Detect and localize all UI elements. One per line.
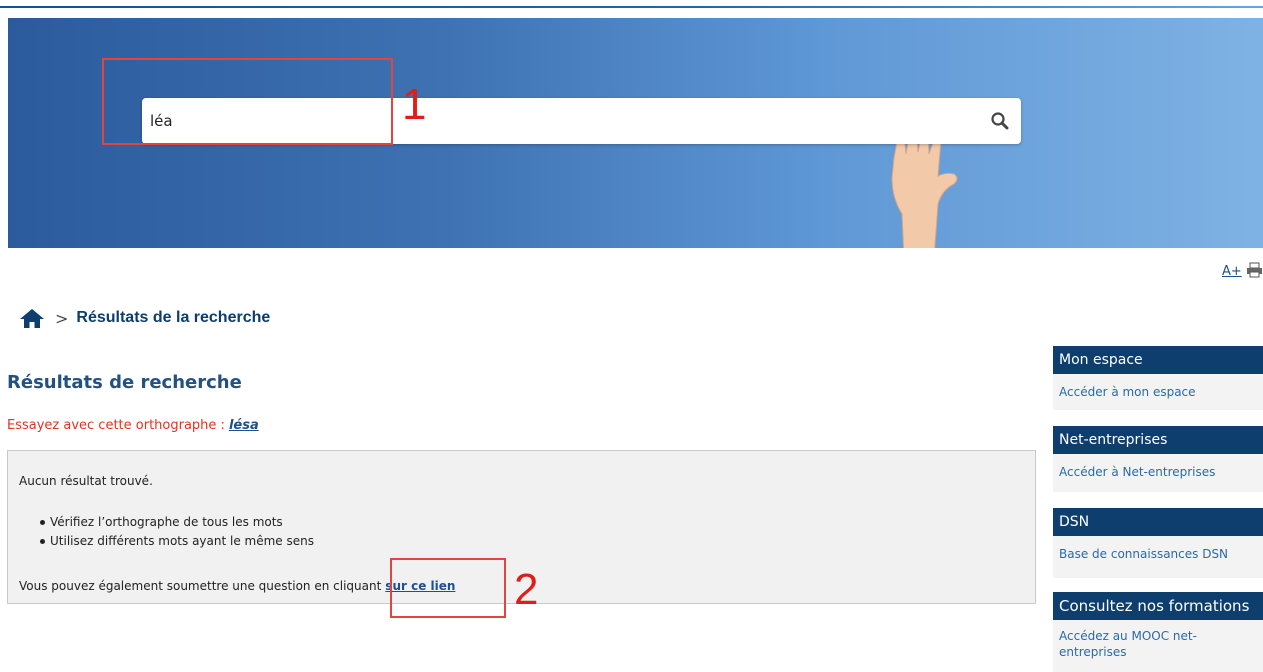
annotation-box-2 xyxy=(390,558,506,618)
sidebar-link-dsn[interactable]: Base de connaissances DSN xyxy=(1053,536,1263,572)
suggestion-link[interactable]: lésa xyxy=(229,418,259,433)
sidebar-card-formations: Consultez nos formations Accédez au MOOC… xyxy=(1053,592,1263,672)
sidebar-card-title: Net-entreprises xyxy=(1053,426,1263,454)
breadcrumb-separator: > xyxy=(55,308,69,328)
sidebar-link-mooc[interactable]: Accédez au MOOC net-entreprises xyxy=(1053,620,1253,670)
page-title: Résultats de recherche xyxy=(7,372,242,393)
top-accent-line xyxy=(0,0,1263,8)
sidebar-card-mon-espace: Mon espace Accéder à mon espace xyxy=(1053,346,1263,410)
sidebar-link-net-entreprises[interactable]: Accéder à Net-entreprises xyxy=(1053,454,1263,490)
sidebar-card-title: Consultez nos formations xyxy=(1053,592,1263,620)
no-results-message: Aucun résultat trouvé. xyxy=(19,474,153,488)
search-tips-list: Vérifiez l’orthographe de tous les mots … xyxy=(40,513,314,551)
spelling-suggestion: Essayez avec cette orthographe : lésa xyxy=(7,418,259,433)
sidebar-card-net-entreprises: Net-entreprises Accéder à Net-entreprise… xyxy=(1053,426,1263,492)
list-item: Vérifiez l’orthographe de tous les mots xyxy=(40,513,314,532)
home-icon[interactable] xyxy=(19,307,45,329)
annotation-number-1: 1 xyxy=(402,80,427,129)
printer-icon[interactable] xyxy=(1246,262,1263,278)
sidebar-card-title: Mon espace xyxy=(1053,346,1263,374)
suggestion-prefix: Essayez avec cette orthographe : xyxy=(7,418,225,433)
annotation-number-2: 2 xyxy=(514,565,539,614)
breadcrumb-current: Résultats de la recherche xyxy=(76,309,271,326)
breadcrumb: > Résultats de la recherche xyxy=(19,306,270,330)
list-item: Utilisez différents mots ayant le même s… xyxy=(40,532,314,551)
sidebar-card-dsn: DSN Base de connaissances DSN xyxy=(1053,508,1263,578)
magnifier-icon[interactable] xyxy=(989,110,1011,132)
submit-question-text: Vous pouvez également soumettre une ques… xyxy=(19,579,382,593)
sidebar-link-mon-espace[interactable]: Accéder à mon espace xyxy=(1053,374,1263,410)
font-size-increase-link[interactable]: A+ xyxy=(1222,264,1242,279)
sidebar-card-title: DSN xyxy=(1053,508,1263,536)
text-tools: A+ xyxy=(1222,264,1242,279)
annotation-box-1 xyxy=(102,58,393,145)
